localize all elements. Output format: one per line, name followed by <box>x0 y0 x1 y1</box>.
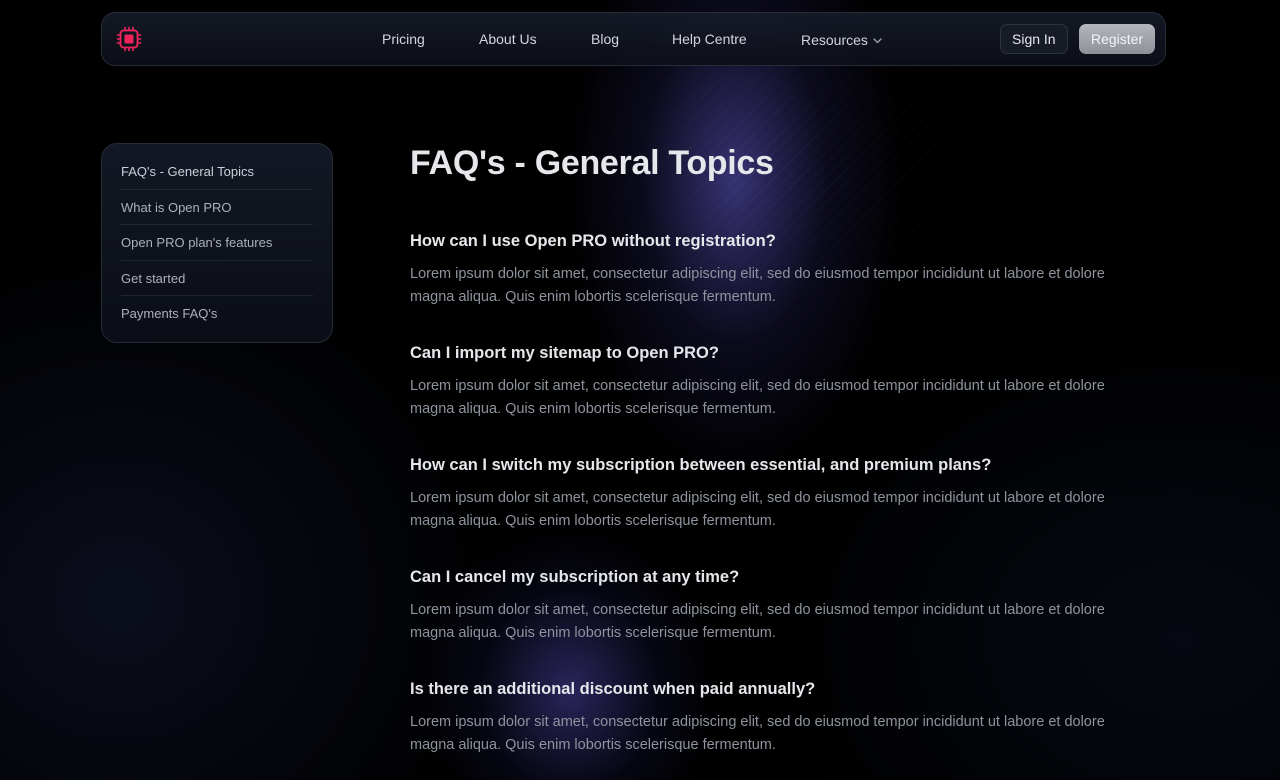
faq-answer: Lorem ipsum dolor sit amet, consectetur … <box>410 266 1105 305</box>
faq-answer: Lorem ipsum dolor sit amet, consectetur … <box>410 490 1105 529</box>
nav-resources-label: Resources <box>801 32 868 48</box>
sidebar-item-payments-faqs[interactable]: Payments FAQ's <box>121 296 313 332</box>
page-title: FAQ's - General Topics <box>410 143 1140 183</box>
nav-pricing[interactable]: Pricing <box>382 31 425 47</box>
faq-question: Is there an additional discount when pai… <box>410 680 816 698</box>
sidebar-item-general-topics[interactable]: FAQ's - General Topics <box>121 154 313 190</box>
faq-answer: Lorem ipsum dolor sit amet, consectetur … <box>410 714 1105 753</box>
faq-sidebar: FAQ's - General Topics What is Open PRO … <box>101 143 333 343</box>
sidebar-item-get-started[interactable]: Get started <box>121 261 313 297</box>
nav-blog[interactable]: Blog <box>591 31 619 47</box>
faq-item: Is there an additional discount when pai… <box>410 679 1140 757</box>
faq-question: Can I cancel my subscription at any time… <box>410 568 740 586</box>
nav-help-centre[interactable]: Help Centre <box>672 31 747 47</box>
faq-item: Can I cancel my subscription at any time… <box>410 567 1140 645</box>
site-header: Pricing About Us Blog Help Centre Resour… <box>101 12 1166 66</box>
sidebar-item-plan-features[interactable]: Open PRO plan's features <box>121 225 313 261</box>
faq-item: Can I import my sitemap to Open PRO? Lor… <box>410 343 1140 421</box>
sidebar-item-what-is-open-pro[interactable]: What is Open PRO <box>121 190 313 226</box>
faq-answer: Lorem ipsum dolor sit amet, consectetur … <box>410 378 1105 417</box>
faq-question: Can I import my sitemap to Open PRO? <box>410 344 719 362</box>
nav-resources[interactable]: Resources <box>801 31 882 48</box>
faq-item: How can I use Open PRO without registrat… <box>410 231 1140 309</box>
nav-about-us[interactable]: About Us <box>479 31 537 47</box>
faq-question: How can I switch my subscription between… <box>410 456 992 474</box>
faq-main: FAQ's - General Topics How can I use Ope… <box>410 143 1140 753</box>
chevron-down-icon <box>873 31 882 47</box>
faq-item: How can I switch my subscription between… <box>410 455 1140 533</box>
sign-in-button[interactable]: Sign In <box>1000 24 1068 54</box>
faq-question: How can I use Open PRO without registrat… <box>410 232 776 250</box>
register-button[interactable]: Register <box>1079 24 1156 54</box>
faq-answer: Lorem ipsum dolor sit amet, consectetur … <box>410 602 1105 641</box>
